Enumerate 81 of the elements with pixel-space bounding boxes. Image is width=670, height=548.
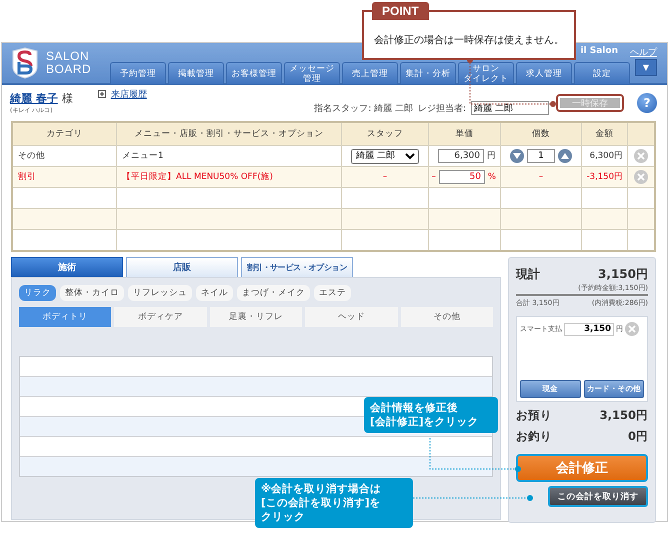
change-label: お釣り (516, 429, 552, 444)
unit-label: % (488, 172, 496, 182)
table-cell: -3,150円 (586, 171, 623, 183)
logo-icon (10, 47, 40, 79)
genre-chip[interactable]: リフレッシュ (128, 285, 192, 301)
nav-tab[interactable]: 予約管理 (110, 62, 166, 84)
genre-chip[interactable]: エステ (314, 285, 351, 301)
subcategory-tab[interactable]: ボディトリ (19, 307, 112, 327)
delete-icon[interactable] (625, 322, 639, 336)
menu-list-row[interactable] (20, 456, 492, 476)
column-header: スタッフ (341, 123, 428, 145)
increase-button[interactable] (558, 149, 572, 163)
decrease-button[interactable] (510, 149, 524, 163)
honorific: 様 (62, 91, 73, 106)
quantity-field[interactable]: 1 (527, 149, 555, 163)
down-triangle-icon (513, 153, 521, 159)
subtotal-value: 3,150円 (598, 266, 648, 283)
staff-label: 指名スタッフ: 綺麗 二郎 (314, 102, 413, 114)
table-cell: – (538, 172, 544, 182)
nav-tab[interactable]: 売上管理 (342, 62, 398, 84)
register-label: レジ担当者: (418, 102, 466, 114)
nav-tab[interactable]: 掲載管理 (168, 62, 224, 84)
category-tab[interactable]: 割引・サービス・オプション (241, 257, 353, 277)
menu-list-row[interactable] (20, 376, 492, 396)
nav-tab[interactable]: 集計・分析 (400, 62, 456, 84)
help-icon[interactable]: ? (637, 93, 657, 113)
genre-chip[interactable]: ネイル (196, 285, 233, 301)
category-tab[interactable]: 施術 (11, 257, 123, 277)
salon-name: il Salon (580, 46, 618, 58)
table-cell: その他 (18, 150, 45, 162)
note-tooltip: 会計情報を修正後 [会計修正]をクリック (364, 397, 498, 433)
subcategory-tab[interactable]: ボディケア (114, 307, 207, 327)
logo-text: SALON (46, 50, 90, 63)
help-link[interactable]: ヘルプ (630, 46, 657, 59)
note-tooltip: ※会計を取り消す場合は [この会計を取り消す]を クリック (255, 478, 413, 528)
price-field[interactable]: 6,300 (438, 149, 484, 163)
register-staff-field[interactable]: 綺麗 二郎 (471, 101, 549, 115)
minus-sign: – (432, 172, 436, 182)
column-header: 金額 (581, 123, 627, 145)
received-label: お預り (516, 408, 552, 423)
change-value: 0円 (628, 429, 648, 444)
unit-label: 円 (487, 150, 496, 162)
up-triangle-icon (561, 153, 569, 159)
nav-tab[interactable]: サロン ダイレクト (458, 62, 514, 84)
genre-chip[interactable]: まつげ・メイク (237, 285, 310, 301)
payment-field[interactable]: 3,150 (564, 322, 614, 336)
subtotal-label: 現計 (516, 266, 540, 283)
menu-button[interactable]: ▼ (635, 59, 657, 76)
delete-icon[interactable] (634, 170, 648, 184)
customer-name[interactable]: 綺麗 春子 (10, 91, 58, 106)
logo-text: BOARD (46, 63, 92, 76)
category-tab[interactable]: 店販 (126, 257, 238, 277)
nav-tab[interactable]: メッセージ 管理 (284, 62, 340, 84)
table-cell: 6,300円 (590, 150, 623, 162)
subcategory-tab[interactable]: ヘッド (305, 307, 398, 327)
received-value: 3,150円 (600, 408, 648, 423)
nav-tab[interactable]: 求人管理 (516, 62, 572, 84)
nav-tab[interactable]: お客様管理 (226, 62, 282, 84)
column-header: メニュー・店販・割引・サービス・オプション (116, 123, 341, 145)
subcategory-tab[interactable]: 足裏・リフレ (210, 307, 302, 327)
cancel-payment-button[interactable]: この会計を取り消す (548, 486, 648, 507)
visit-history-link[interactable]: 来店履歴 (110, 88, 147, 101)
table-cell: メニュー1 (122, 150, 164, 162)
staff-select[interactable]: 綺麗 二郎 (351, 148, 419, 164)
column-header: 単価 (428, 123, 500, 145)
menu-list-row[interactable] (20, 436, 492, 456)
column-header: 個数 (500, 123, 581, 145)
table-cell: 割引 (18, 171, 36, 183)
column-header: カテゴリ (46, 128, 84, 141)
genre-chip[interactable]: 整体・カイロ (60, 285, 124, 301)
price-field[interactable]: 50 (438, 170, 485, 184)
table-cell: 【平日限定】ALL MENU50% OFF(施) (122, 171, 273, 183)
genre-chip[interactable]: リラク (19, 285, 56, 301)
point-badge: POINT (372, 2, 429, 20)
fix-payment-button[interactable]: 会計修正 (516, 454, 648, 482)
expand-icon[interactable] (98, 90, 106, 98)
callout-text: 会計修正の場合は一時保存は使えません。 (374, 34, 564, 47)
delete-icon[interactable] (634, 149, 648, 163)
table-cell: – (382, 172, 388, 182)
subcategory-tab[interactable]: その他 (400, 307, 494, 327)
nav-tab[interactable]: 設定 (574, 62, 630, 84)
